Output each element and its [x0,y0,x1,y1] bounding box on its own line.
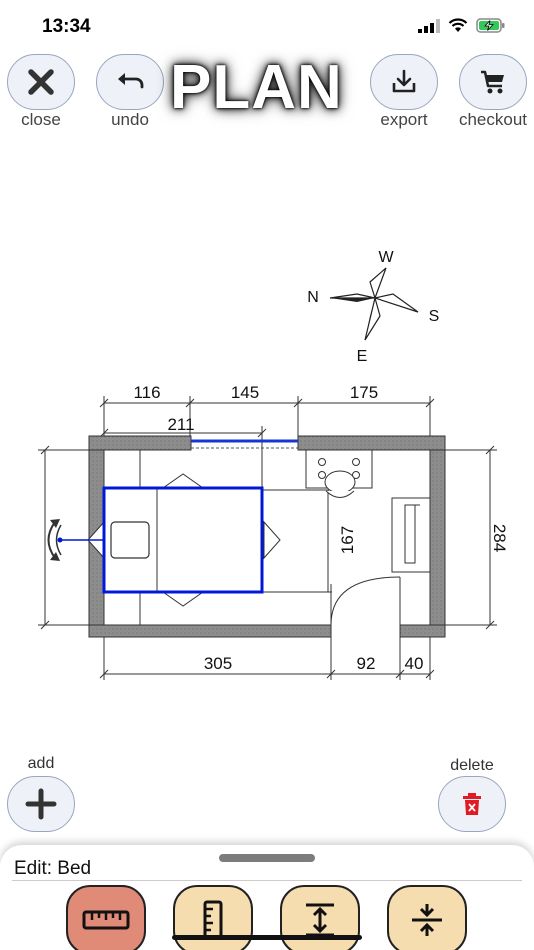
status-time: 13:34 [42,16,91,37]
delete-button[interactable] [438,776,506,832]
compass-west: W [378,249,394,266]
compass: W N S E [307,249,439,365]
page-title: PLAN [170,53,343,122]
tool-width-button[interactable] [173,885,253,950]
undo-label: undo [111,110,149,129]
bottom-dimensions [99,637,435,680]
signal-icon [418,18,440,33]
dimension-bottom-3: 40 [405,654,424,673]
plus-icon [25,788,57,820]
export-label: export [380,110,428,129]
sheet-divider [12,880,522,881]
ruler-icon [82,910,130,930]
dimension-right-height: 284 [490,524,509,552]
dimension-bottom-1: 305 [204,654,232,673]
dimension-inner-height: 167 [338,526,357,554]
close-button[interactable] [7,54,75,110]
download-icon [392,69,416,93]
cart-icon [481,70,504,94]
dimension-top-1: 116 [133,383,160,402]
trash-icon [463,793,481,815]
delete-label: delete [450,757,494,774]
battery-charging-icon [476,18,505,33]
tool-measure-button[interactable] [66,885,146,950]
sheet-drag-handle[interactable] [219,854,315,862]
checkout-label: checkout [458,110,528,129]
home-indicator [172,935,362,940]
undo-icon [118,73,144,89]
dimension-bottom-2: 92 [357,654,376,673]
add-label: add [27,755,55,772]
compass-east: E [357,348,368,365]
status-bar: 13:34 [0,0,534,50]
add-button[interactable] [7,776,75,832]
compass-south: S [429,308,440,325]
close-label: close [21,110,61,129]
expand-vertical-icon [306,903,334,937]
tool-compress-button[interactable] [387,885,467,950]
wifi-icon [448,18,468,32]
window[interactable] [191,439,298,449]
status-icons [418,18,506,33]
export-button[interactable] [370,54,438,110]
door[interactable] [330,576,401,626]
close-icon [28,69,54,95]
dimension-top-2: 145 [231,383,259,402]
compress-vertical-icon [412,904,442,936]
undo-button[interactable] [96,54,164,110]
tool-expand-button[interactable] [280,885,360,950]
edit-sheet-title: Edit: Bed [14,858,92,879]
dimension-top-3: 175 [350,383,378,402]
ruler-vertical-icon [203,900,223,940]
desk[interactable] [391,497,431,573]
floor-plan-canvas[interactable]: W N S E 116 145 175 211 284 167 305 92 4… [0,240,534,680]
compass-north: N [307,289,319,306]
checkout-button[interactable] [459,54,527,110]
dimension-window-offset: 211 [167,415,194,434]
